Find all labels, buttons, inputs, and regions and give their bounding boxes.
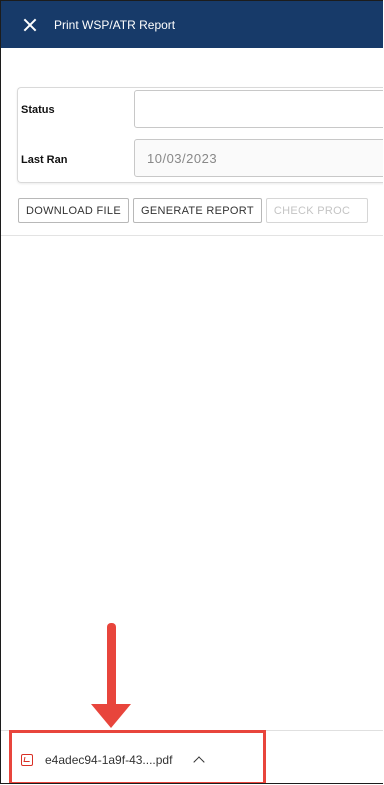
close-icon[interactable] <box>23 18 37 32</box>
generate-report-button[interactable]: GENERATE REPORT <box>132 198 262 223</box>
divider <box>1 235 383 236</box>
report-info-card: Status Last Ran 10/03/2023 <box>17 87 383 183</box>
status-label: Status <box>21 104 55 116</box>
check-process-button[interactable]: CHECK PROC <box>265 198 368 223</box>
chevron-up-icon[interactable] <box>193 756 206 768</box>
action-buttons: DOWNLOAD FILE GENERATE REPORT CHECK PROC <box>18 198 368 223</box>
annotation-arrow <box>107 623 116 707</box>
app-window: Print WSP/ATR Report Status Last Ran 10/… <box>0 0 383 784</box>
last-ran-label: Last Ran <box>21 154 68 166</box>
download-file-button[interactable]: DOWNLOAD FILE <box>18 198 129 223</box>
status-field[interactable] <box>134 90 383 128</box>
title-bar: Print WSP/ATR Report <box>1 1 383 48</box>
pdf-file-icon <box>21 754 33 766</box>
download-item[interactable]: e4adec94-1a9f-43....pdf <box>21 753 206 768</box>
last-ran-field[interactable]: 10/03/2023 <box>134 139 383 177</box>
download-file-name: e4adec94-1a9f-43....pdf <box>45 753 173 767</box>
window-title: Print WSP/ATR Report <box>54 17 176 32</box>
annotation-arrow-head <box>91 704 131 728</box>
